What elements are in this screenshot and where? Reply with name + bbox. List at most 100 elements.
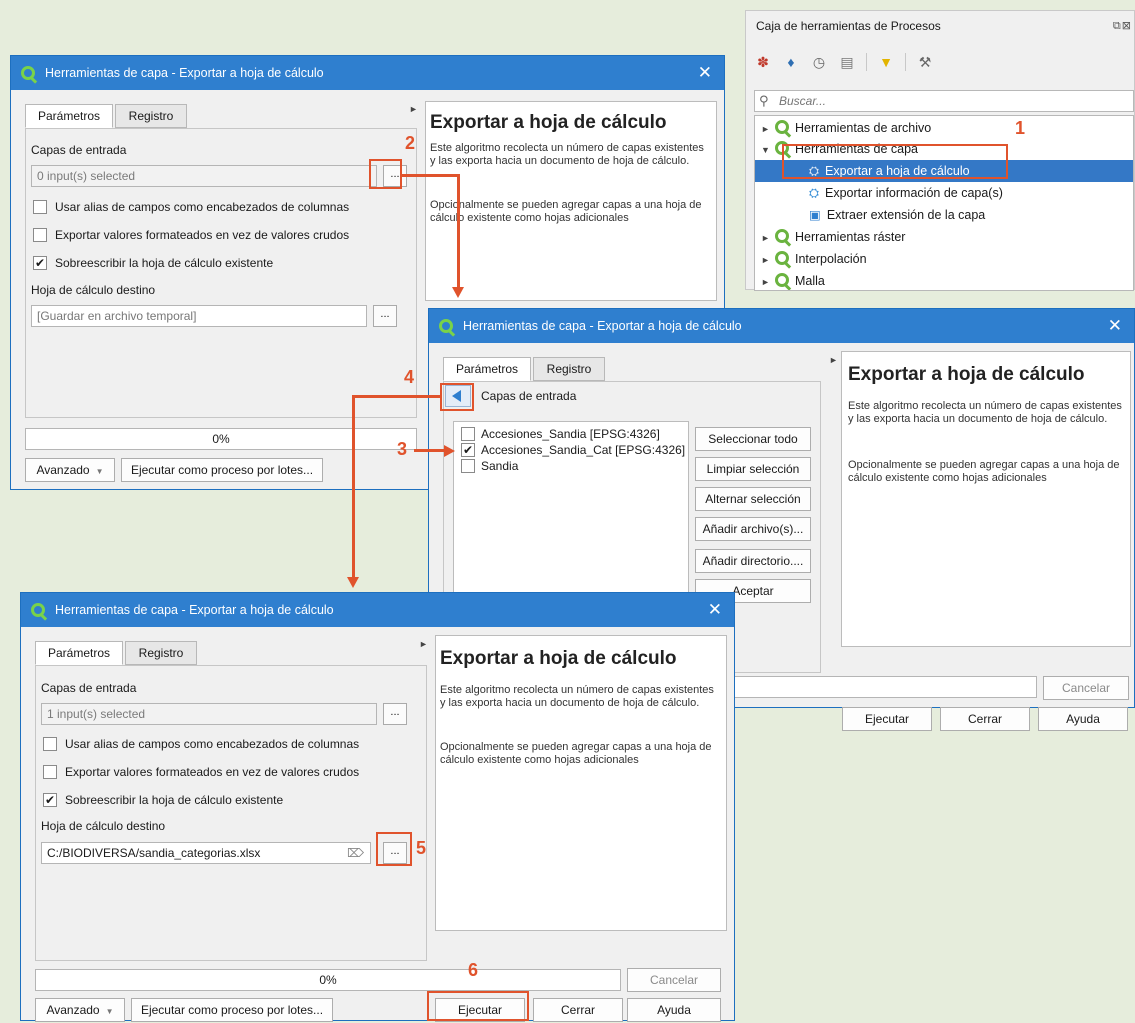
close-button[interactable]: Cerrar <box>940 707 1030 731</box>
cancel-button[interactable]: Cancelar <box>1043 676 1129 700</box>
toolbox-window-buttons[interactable]: ⧉⊠ <box>1113 19 1132 33</box>
tab-parameters[interactable]: Parámetros <box>25 104 113 128</box>
progress-bar: 0% <box>35 969 621 991</box>
annotation-arrowhead <box>452 287 464 298</box>
collapse-arrow-icon[interactable]: ► <box>419 639 428 649</box>
help-paragraph-2: Opcionalmente se pueden agregar capas a … <box>430 199 702 224</box>
chevron-down-icon: ▼ <box>95 467 104 476</box>
run-button[interactable]: Ejecutar <box>842 707 932 731</box>
collapse-arrow-icon[interactable]: ► <box>829 355 838 365</box>
close-icon[interactable]: ✕ <box>698 63 712 83</box>
tree-item-export-layer-info[interactable]: ⛭ Exportar información de capa(s) <box>809 182 1003 204</box>
batch-process-button[interactable]: Ejecutar como proceso por lotes... <box>131 998 333 1022</box>
qgis-icon <box>775 251 789 265</box>
tab-log[interactable]: Registro <box>125 641 197 665</box>
formatted-values-checkbox[interactable] <box>33 228 47 242</box>
destination-field[interactable]: C:/BIODIVERSA/sandia_categorias.xlsx ⌦ <box>41 842 371 864</box>
add-files-button[interactable]: Añadir archivo(s)... <box>695 517 811 541</box>
layer-item[interactable]: Sandia <box>481 459 518 473</box>
collapse-arrow-icon[interactable]: ► <box>409 104 418 114</box>
select-all-button[interactable]: Seleccionar todo <box>695 427 811 451</box>
input-layers-browse-button[interactable]: ... <box>383 703 407 725</box>
layer-checkbox[interactable] <box>461 443 475 457</box>
use-alias-checkbox[interactable] <box>43 737 57 751</box>
qgis-icon <box>775 273 789 287</box>
help-button[interactable]: Ayuda <box>627 998 721 1022</box>
edit-rendering-styles-icon[interactable]: ▼ <box>877 53 895 71</box>
advanced-button[interactable]: Avanzado ▼ <box>35 998 125 1022</box>
annotation-arrow-line <box>414 449 444 452</box>
tab-parameters[interactable]: Parámetros <box>35 641 123 665</box>
tree-item-raster-tools[interactable]: ► Herramientas ráster <box>761 226 905 248</box>
destination-browse-button[interactable]: ... <box>373 305 397 327</box>
layer-checkbox[interactable] <box>461 427 475 441</box>
input-layers-field[interactable]: 0 input(s) selected <box>31 165 377 187</box>
help-paragraph-1: Este algoritmo recolecta un número de ca… <box>440 684 714 709</box>
help-heading: Exportar a hoja de cálculo <box>848 364 1085 385</box>
tree-item-file-tools[interactable]: ► Herramientas de archivo <box>761 117 931 139</box>
use-alias-label: Usar alias de campos como encabezados de… <box>65 737 360 751</box>
highlight-box <box>369 159 402 189</box>
overwrite-label: Sobreescribir la hoja de cálculo existen… <box>65 793 284 807</box>
help-paragraph-2: Opcionalmente se pueden agregar capas a … <box>440 741 712 766</box>
step-1-label: 1 <box>1015 118 1026 138</box>
highlight-box <box>782 144 1008 179</box>
clear-field-icon[interactable]: ⌦ <box>347 843 364 863</box>
destination-label: Hoja de cálculo destino <box>41 819 166 833</box>
help-panel: Exportar a hoja de cálculo Este algoritm… <box>425 101 717 301</box>
annotation-arrowhead <box>444 445 455 457</box>
chevron-right-icon[interactable]: ► <box>761 118 773 140</box>
formatted-values-label: Exportar valores formateados en vez de v… <box>55 228 350 242</box>
step-3-label: 3 <box>397 439 408 459</box>
toolbox-title: Caja de herramientas de Procesos <box>756 19 941 33</box>
help-panel: Exportar a hoja de cálculo Este algoritm… <box>841 351 1131 647</box>
chevron-right-icon[interactable]: ► <box>761 271 773 290</box>
help-heading: Exportar a hoja de cálculo <box>440 648 677 669</box>
cancel-button[interactable]: Cancelar <box>627 968 721 992</box>
highlight-box <box>427 991 529 1021</box>
tab-log[interactable]: Registro <box>115 104 187 128</box>
toolbox-search[interactable]: ⚲ <box>754 90 1134 112</box>
annotation-arrowhead <box>347 577 359 588</box>
close-icon[interactable]: ✕ <box>708 600 722 620</box>
advanced-button[interactable]: Avanzado ▼ <box>25 458 115 482</box>
overwrite-checkbox[interactable] <box>33 256 47 270</box>
chevron-right-icon[interactable]: ► <box>761 227 773 249</box>
close-button[interactable]: Cerrar <box>533 998 623 1022</box>
tab-parameters[interactable]: Parámetros <box>443 357 531 381</box>
layer-item[interactable]: Accesiones_Sandia_Cat [EPSG:4326] <box>481 443 685 457</box>
tree-item-mesh[interactable]: ► Malla <box>761 270 825 290</box>
close-icon[interactable]: ✕ <box>1108 316 1122 336</box>
add-directory-button[interactable]: Añadir directorio.... <box>695 549 811 573</box>
step-5-label: 5 <box>416 838 427 858</box>
chevron-right-icon[interactable]: ► <box>761 249 773 271</box>
batch-process-button[interactable]: Ejecutar como proceso por lotes... <box>121 458 323 482</box>
layer-checkbox[interactable] <box>461 459 475 473</box>
overwrite-checkbox[interactable] <box>43 793 57 807</box>
python-script-icon[interactable]: ♦ <box>782 53 800 71</box>
search-icon: ⚲ <box>759 93 769 108</box>
gear-icon: ⛭ <box>809 186 820 200</box>
chevron-down-icon[interactable]: ▼ <box>761 139 773 161</box>
input-layers-field[interactable]: 1 input(s) selected <box>41 703 377 725</box>
formatted-values-checkbox[interactable] <box>43 765 57 779</box>
dialog-title: Herramientas de capa - Exportar a hoja d… <box>463 319 742 333</box>
help-button[interactable]: Ayuda <box>1038 707 1128 731</box>
tree-item-interpolation[interactable]: ► Interpolación <box>761 248 867 270</box>
models-icon[interactable]: ✽ <box>754 53 772 71</box>
destination-field[interactable]: [Guardar en archivo temporal] <box>31 305 367 327</box>
toolbar-separator <box>866 53 867 71</box>
toolbox-search-input[interactable] <box>777 92 1117 110</box>
results-viewer-icon[interactable]: ▤ <box>838 53 856 71</box>
progress-bar: % <box>709 676 1037 698</box>
chevron-down-icon: ▼ <box>105 1007 114 1016</box>
tree-item-extract-extent[interactable]: ▣ Extraer extensión de la capa <box>809 204 985 226</box>
layer-item[interactable]: Accesiones_Sandia [EPSG:4326] <box>481 427 660 441</box>
toggle-selection-button[interactable]: Alternar selección <box>695 487 811 511</box>
options-wrench-icon[interactable]: ⚒ <box>916 53 934 71</box>
history-icon[interactable]: ◷ <box>810 53 828 71</box>
use-alias-checkbox[interactable] <box>33 200 47 214</box>
clear-selection-button[interactable]: Limpiar selección <box>695 457 811 481</box>
tab-log[interactable]: Registro <box>533 357 605 381</box>
use-alias-label: Usar alias de campos como encabezados de… <box>55 200 350 214</box>
